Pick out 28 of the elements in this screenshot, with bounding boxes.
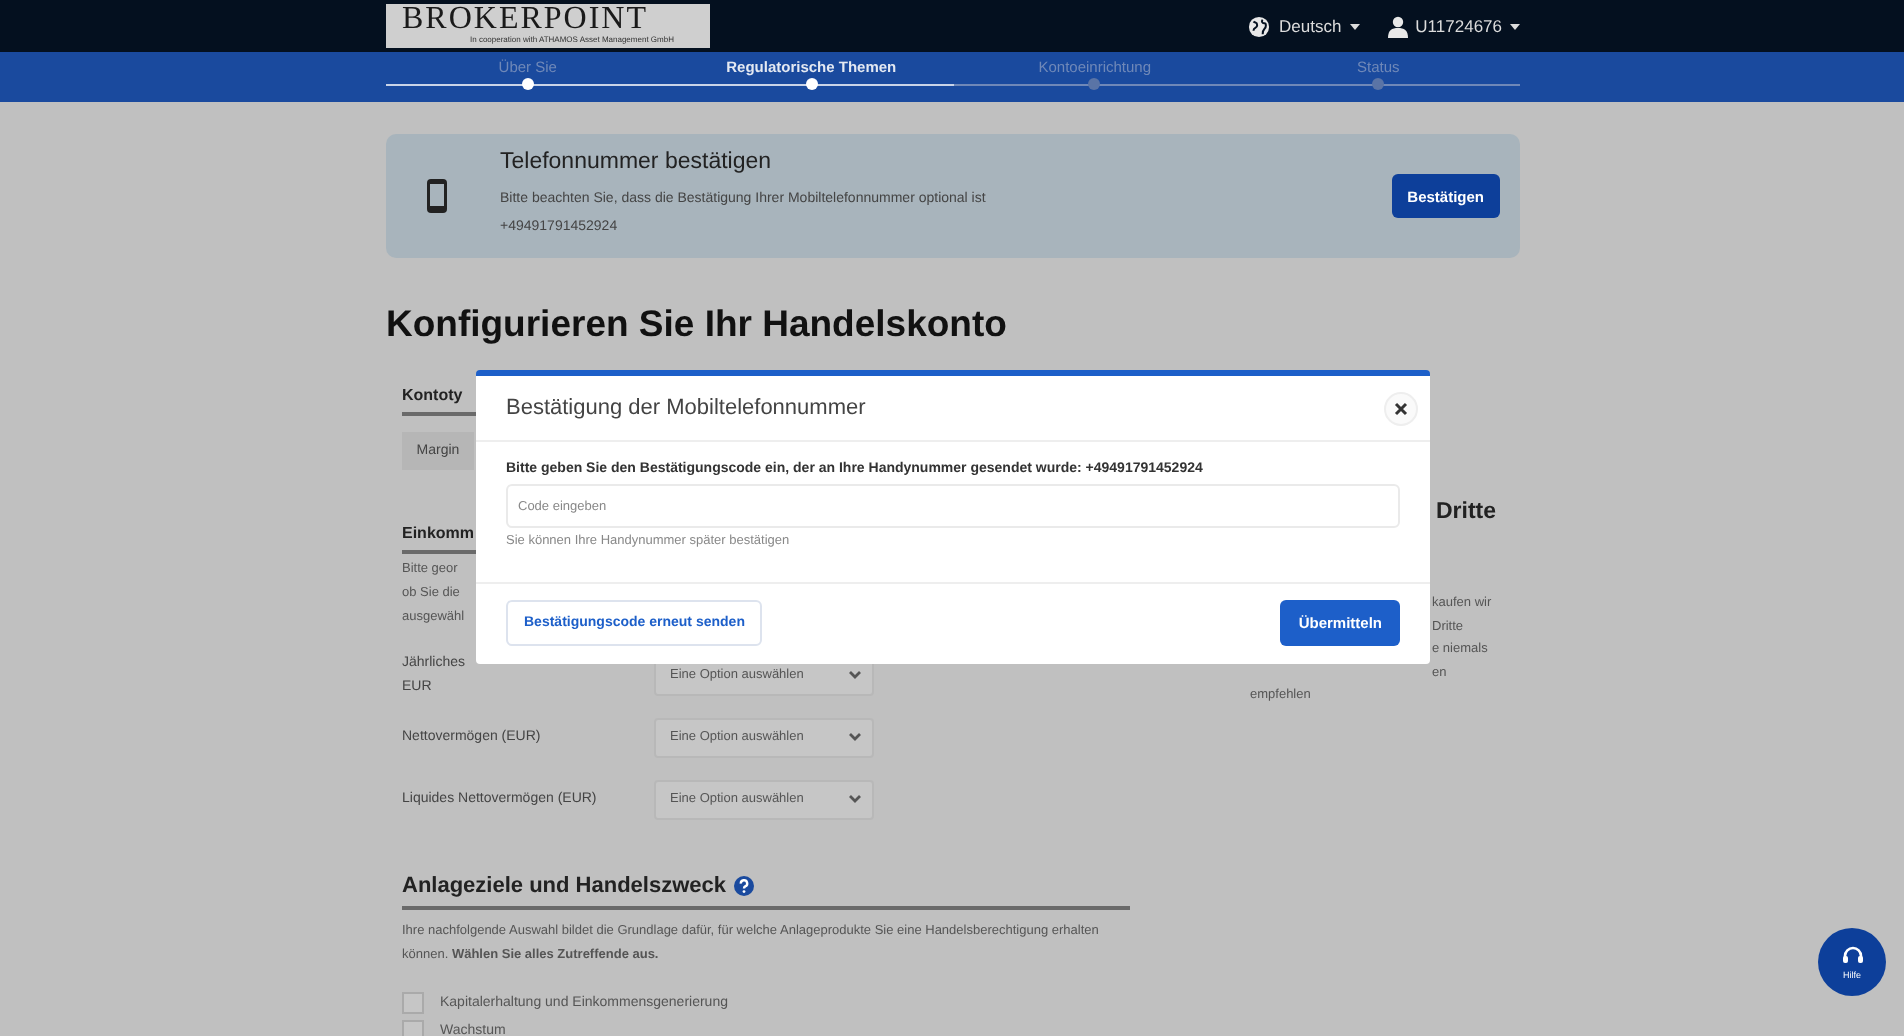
language-menu[interactable]: Deutsch xyxy=(1248,15,1360,37)
user-icon xyxy=(1387,15,1408,37)
caret-icon xyxy=(1349,23,1360,29)
close-icon xyxy=(1394,401,1408,415)
chevron-down-icon xyxy=(848,794,862,804)
step-dot xyxy=(805,78,818,90)
chevron-down-icon xyxy=(848,670,862,680)
globe-icon xyxy=(1248,15,1271,37)
page-title: Konfigurieren Sie Ihr Handelskonto xyxy=(386,302,1009,346)
headset-icon xyxy=(1841,945,1863,965)
chevron-down-icon xyxy=(848,732,862,742)
section-heading: Anlageziele und Handelszweck xyxy=(402,874,726,898)
checkbox[interactable] xyxy=(402,1019,424,1036)
user-menu[interactable]: U11724676 xyxy=(1387,15,1520,37)
smartphone-icon xyxy=(426,178,448,214)
section-heading: Kontoty xyxy=(402,386,463,404)
close-button[interactable] xyxy=(1384,391,1418,425)
help-icon[interactable] xyxy=(734,876,754,896)
section-heading: Einkomm xyxy=(402,524,475,542)
checkbox[interactable] xyxy=(402,991,424,1013)
section-heading: Dritte xyxy=(1436,500,1499,524)
banner-title: Telefonnummer bestätigen xyxy=(500,150,774,174)
step-dot xyxy=(1372,78,1385,90)
step-dot xyxy=(1088,78,1101,90)
logo-wordmark: BROKERPOINT xyxy=(402,4,649,34)
step-dot xyxy=(521,78,534,90)
dialog-title: Bestätigung der Mobiltelefonnummer xyxy=(506,396,866,420)
caret-icon xyxy=(1510,23,1520,29)
